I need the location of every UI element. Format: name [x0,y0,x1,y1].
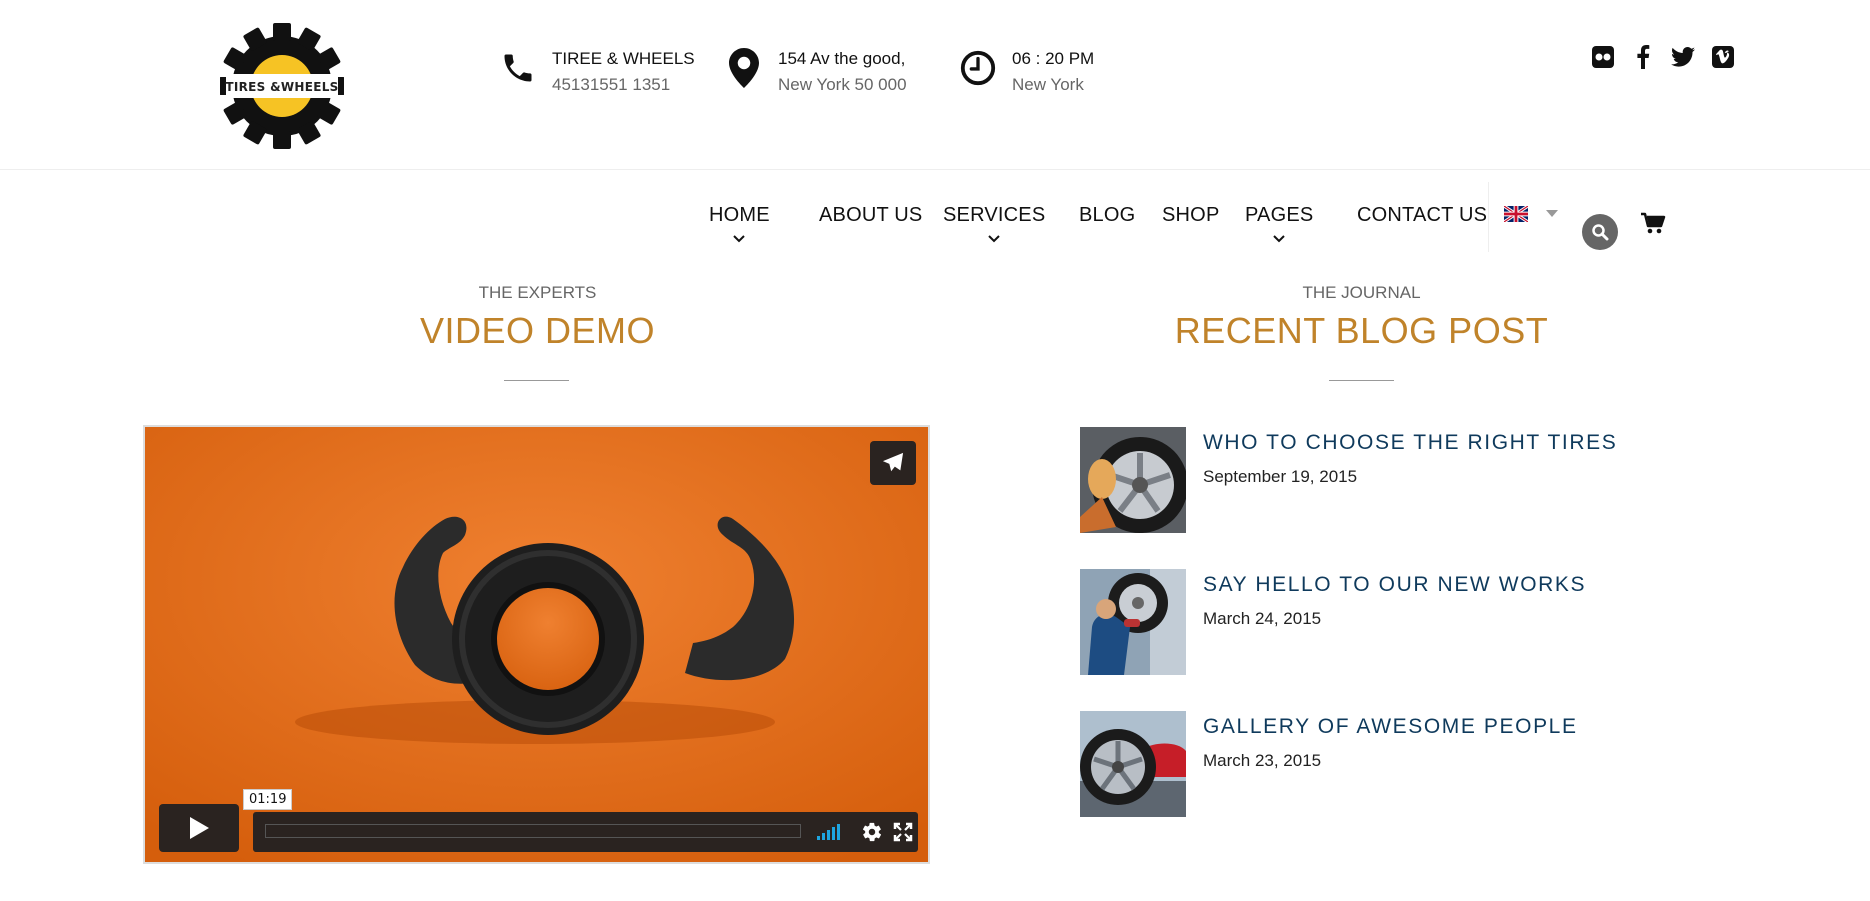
play-button[interactable] [159,804,239,852]
language-caret-icon[interactable] [1546,210,1558,217]
chevron-down-icon [1273,232,1285,246]
blog-post-thumbnail[interactable] [1080,427,1186,533]
nav-item-blog-label: BLOG [1079,204,1136,226]
twitter-icon[interactable] [1670,44,1696,70]
contact-phone-title: TIREE & WHEELS [552,49,695,68]
blog-post-title[interactable]: SAY HELLO TO OUR NEW WORKS [1203,573,1586,597]
contact-address: 154 Av the good, New York 50 000 [722,46,907,98]
address-line-2: New York 50 000 [778,75,907,94]
blog-post-date: September 19, 2015 [1203,467,1358,486]
blog-section-label: THE JOURNAL [1302,283,1421,302]
chevron-down-icon [733,232,746,246]
clock-icon [956,46,1000,90]
facebook-icon[interactable] [1630,44,1656,70]
fullscreen-icon[interactable] [893,822,913,842]
paper-plane-icon [882,452,904,472]
video-controls [253,812,918,852]
uk-flag-icon[interactable] [1503,204,1529,224]
contact-phone-number: 45131551 1351 [552,75,671,94]
nav-item-shop-label: SHOP [1162,204,1220,226]
settings-gear-icon[interactable] [861,821,883,843]
video-section-label: THE EXPERTS [478,283,597,302]
cart-icon[interactable] [1640,212,1666,236]
blog-post-thumbnail[interactable] [1080,569,1186,675]
opening-time: 06 : 20 PM [1012,49,1095,68]
logo-text: TIRES &WHEELS [225,80,339,94]
nav-item-services-label: SERVICES [943,204,1046,226]
blog-post-date: March 23, 2015 [1203,751,1322,770]
video-timecode: 01:19 [243,789,293,810]
nav-item-blog[interactable]: BLOG [1079,204,1135,227]
nav-item-shop[interactable]: SHOP [1162,204,1219,227]
opening-city: New York [1012,75,1084,94]
nav-item-about-label: ABOUT US [819,204,923,226]
nav-item-home[interactable]: HOME [709,204,770,243]
blog-post-thumbnail[interactable] [1080,711,1186,817]
nav-item-about-us[interactable]: ABOUT US [819,204,922,227]
phone-icon [496,46,540,90]
address-line-1: 154 Av the good, [778,49,906,68]
share-button[interactable] [870,441,916,485]
main-navigation: HOME ABOUT US SERVICES BLOG SHOP PAGES C… [0,170,1870,252]
search-button[interactable] [1582,214,1618,250]
blog-post-date: March 24, 2015 [1203,609,1322,628]
blog-post-title[interactable]: GALLERY OF AWESOME PEOPLE [1203,715,1578,739]
video-progress-bar[interactable] [265,824,801,838]
social-links [1590,44,1736,70]
nav-divider [1488,182,1489,252]
vimeo-icon[interactable] [1710,44,1736,70]
video-player[interactable]: 01:19 [143,425,930,864]
nav-item-contact-us[interactable]: CONTACT US [1357,204,1487,227]
blog-section-divider [1329,380,1394,381]
nav-item-pages-label: PAGES [1245,204,1314,226]
nav-item-services[interactable]: SERVICES [943,204,1046,243]
blog-post-title[interactable]: WHO TO CHOOSE THE RIGHT TIRES [1203,431,1617,455]
volume-icon[interactable] [817,824,840,840]
video-section-divider [504,380,569,381]
blog-section-title: RECENT BLOG POST [1174,310,1549,351]
chevron-down-icon [988,232,1000,246]
top-header: TIRES &WHEELS TIREE & WHEELS 45131551 13… [0,0,1870,170]
contact-phone: TIREE & WHEELS 45131551 1351 [496,46,695,98]
play-icon [190,817,209,839]
contact-hours: 06 : 20 PM New York [956,46,1094,98]
nav-item-contact-label: CONTACT US [1357,204,1488,226]
site-logo[interactable]: TIRES &WHEELS [220,22,344,150]
nav-item-home-label: HOME [709,204,770,226]
flickr-icon[interactable] [1590,44,1616,70]
search-icon [1592,224,1609,241]
nav-item-pages[interactable]: PAGES [1245,204,1314,243]
video-section-title: VIDEO DEMO [419,310,656,351]
location-pin-icon [722,46,766,90]
